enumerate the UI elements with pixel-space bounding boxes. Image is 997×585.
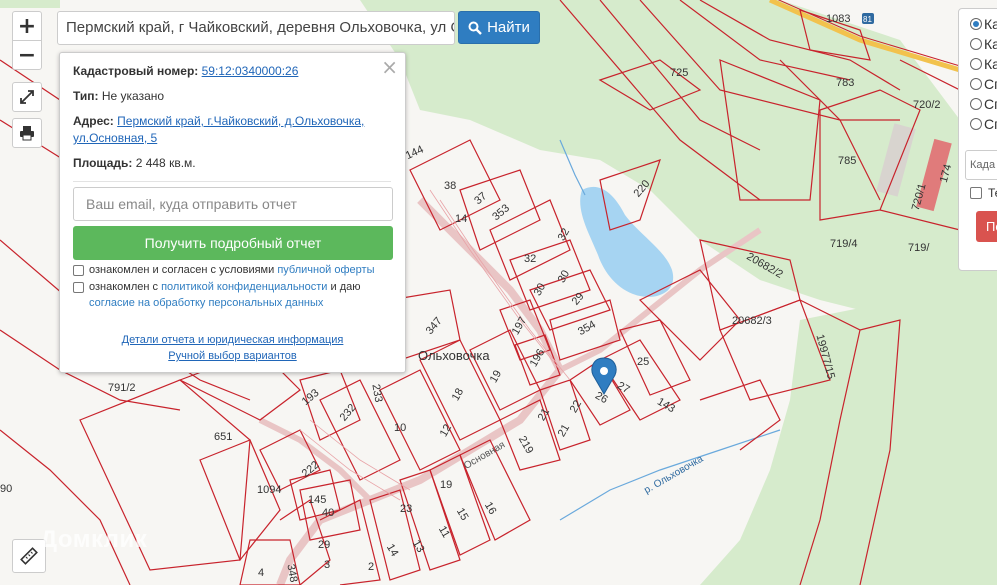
area-value: 2 448 кв.м. [135,156,196,170]
layer-radio-2[interactable] [970,38,982,50]
zoom-in-button[interactable]: + [12,11,42,41]
search-icon [468,21,482,35]
address-link-line2[interactable]: ул.Основная, 5 [73,131,157,145]
parcel-label: 651 [214,431,232,443]
type-label: Тип: [73,89,99,103]
parcel-label: 791/2 [108,382,136,394]
parcel-label: 4 [258,567,264,579]
address-link[interactable]: Пермский край, г.Чайковский, д.Ольховочк… [117,114,364,128]
public-offer-link[interactable]: публичной оферты [277,264,374,276]
layer-submit-button[interactable]: По [976,211,997,242]
divider [73,181,391,182]
type-value: Не указано [101,89,165,103]
layer-radio-5[interactable] [970,98,982,110]
parcel-label: 25 [637,356,649,368]
layer-radio-1[interactable] [970,18,982,30]
parcel-label: 20682/3 [732,315,772,327]
cadastral-number-label: Кадастровый номер: [73,64,199,78]
parcel-label: 32 [524,253,536,265]
search-button-label: Найти [487,19,530,36]
layer-checkbox[interactable] [970,187,982,199]
parcel-label: 785 [838,155,856,167]
layer-radio-4[interactable] [970,78,982,90]
layer-radio-6[interactable] [970,118,982,130]
fullscreen-button[interactable] [12,82,42,112]
layer-radio-3[interactable] [970,58,982,70]
forest-area [0,0,60,8]
cadastral-number-link[interactable]: 59:12:0340000:26 [202,64,299,78]
area-label: Площадь: [73,156,133,170]
watermark-logo: Домклик [40,526,148,553]
svg-text:81: 81 [863,15,872,24]
parcel-label: 29 [318,539,330,551]
layer-label-1: Ка [984,16,997,32]
layer-label-3: Ка [984,56,997,72]
parcel-label: 3 [324,559,330,571]
parcel-label: 38 [444,180,456,192]
offer-consent-checkbox[interactable] [73,265,84,276]
parcel-label: 10 [394,422,406,434]
search-button[interactable]: Найти [458,11,540,44]
parcel-label: 19 [440,479,452,491]
parcel-label: 14 [455,213,467,225]
manual-selection-link[interactable]: Ручной выбор вариантов [168,350,296,362]
parcel-info-popup: × Кадастровый номер: 59:12:0340000:26 Ти… [59,52,406,373]
privacy-consent-text: ознакомлен с политикой конфиденциальност… [89,281,361,309]
cadastral-layer-input[interactable]: Када [965,150,997,180]
zoom-out-button[interactable]: − [12,40,42,70]
expand-icon [20,90,34,104]
parcel-label: 1083 [826,13,850,25]
parcel-label: 145 [308,494,326,506]
parcel-label: 783 [836,77,854,89]
privacy-policy-link[interactable]: политикой конфиденциальности [161,281,327,293]
parcel-label: 2 [368,561,374,573]
address-search-input[interactable]: Пермский край, г Чайковский, деревня Оль… [57,11,455,45]
offer-consent-text: ознакомлен и согласен с условиями публич… [89,264,375,276]
parcel-label: 23 [400,503,412,515]
printer-icon [20,126,34,141]
layers-panel: Ка Ка Ка Сп Сп Сп Када Те По [958,8,997,271]
address-label: Адрес: [73,114,114,128]
parcel-label: 725 [670,67,688,79]
layer-label-2: Ка [984,36,997,52]
personal-data-link[interactable]: согласие на обработку персональных данны… [89,297,323,309]
parcel-label: 40 [322,507,334,519]
print-button[interactable] [12,118,42,148]
village-label: Ольховочка [418,348,490,363]
layer-label-5: Сп [984,96,997,112]
privacy-consent-checkbox[interactable] [73,282,84,293]
report-details-link[interactable]: Детали отчета и юридическая информация [122,334,344,346]
layer-label-6: Сп [984,116,997,132]
parcel-label: 720/2 [913,99,941,111]
email-input[interactable]: Ваш email, куда отправить отчет [73,187,393,221]
parcel-label: 719/ [908,242,930,254]
ruler-icon [20,547,38,565]
get-report-button[interactable]: Получить подробный отчет [73,226,393,260]
parcel-label: 90 [0,483,12,495]
layer-label-4: Сп [984,76,997,92]
layer-checkbox-label: Те [988,186,997,200]
parcel-label: 1094 [257,484,281,496]
parcel-label: 719/4 [830,238,858,250]
